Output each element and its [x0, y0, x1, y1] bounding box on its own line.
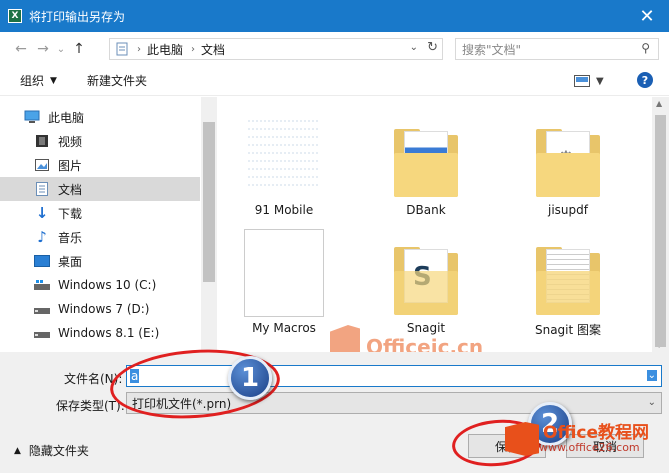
file-list-scrollbar-thumb[interactable] [655, 115, 666, 347]
sidebar-item-documents[interactable]: 文档 [0, 177, 200, 201]
refresh-icon[interactable]: ↻ [427, 40, 438, 55]
file-item[interactable]: 91 Mobile [224, 103, 344, 223]
file-name: 91 Mobile [254, 203, 314, 217]
help-button[interactable]: ? [637, 72, 653, 88]
forward-arrow-icon: → [37, 41, 49, 57]
brand-name: Office教程网 [543, 422, 650, 443]
office26-brand-logo: Office教程网 www.office26.com [505, 422, 649, 456]
search-icon: ⚲ [641, 41, 650, 55]
navigation-pane: 此电脑 视频 图片 文档 ↓ 下载 ♪ 音乐 桌面 Windows 10 (C:… [0, 97, 217, 352]
breadcrumb-documents[interactable]: 文档 [201, 41, 225, 58]
sidebar-item-label: Windows 8.1 (E:) [58, 326, 160, 340]
brand-url: www.office26.com [539, 440, 640, 454]
file-list: 91 Mobile DBank ⚙ jisupdf My Macros S Sn… [218, 97, 652, 352]
breadcrumb-separator: › [191, 43, 196, 55]
chevron-down-icon: ⌄ [647, 397, 656, 408]
sidebar-item-label: 文档 [58, 182, 83, 197]
sidebar-item-label: 图片 [58, 158, 83, 173]
sidebar-item-label: Windows 7 (D:) [58, 302, 150, 316]
view-options-button[interactable]: ▼ [574, 72, 610, 90]
view-icon [574, 75, 590, 87]
excel-app-icon: X [8, 9, 22, 23]
chevron-up-icon: ▲ [14, 445, 21, 456]
sidebar-item-label: 桌面 [58, 254, 83, 269]
back-button[interactable]: ← [10, 38, 32, 60]
chevron-down-icon: ▼ [596, 75, 604, 87]
up-arrow-icon: ↑ [73, 41, 85, 57]
picture-icon [34, 157, 50, 173]
folder-item[interactable]: ⚙ jisupdf [508, 103, 628, 223]
forward-button[interactable]: → [32, 38, 54, 60]
sidebar-item-pictures[interactable]: 图片 [0, 153, 200, 177]
title-bar: X 将打印输出另存为 ✕ [0, 0, 669, 32]
chevron-down-icon: ⌄ [56, 43, 66, 55]
download-icon: ↓ [35, 204, 49, 222]
folder-item[interactable]: My Macros [224, 221, 344, 341]
window-title: 将打印输出另存为 [29, 9, 126, 24]
hide-folders-label: 隐藏文件夹 [28, 444, 89, 458]
scroll-up-icon[interactable]: ▲ [656, 99, 662, 108]
sidebar-item-drive-c[interactable]: Windows 10 (C:) [0, 273, 200, 297]
drive-icon [34, 325, 50, 341]
chevron-down-icon: ▼ [50, 75, 57, 86]
file-name: DBank [406, 203, 446, 217]
address-bar[interactable]: › 此电脑 › 文档 ⌄ ↻ [109, 38, 443, 60]
organize-button[interactable]: 组织 ▼ [20, 72, 57, 89]
up-button[interactable]: ↑ [68, 38, 90, 60]
back-arrow-icon: ← [15, 41, 27, 57]
folder-icon [386, 111, 466, 199]
sidebar-item-drive-d[interactable]: Windows 7 (D:) [0, 297, 200, 321]
new-folder-button[interactable]: 新建文件夹 [87, 72, 147, 89]
step-1-badge: 1 [228, 356, 272, 400]
sidebar-item-videos[interactable]: 视频 [0, 129, 200, 153]
sidebar-item-label: Windows 10 (C:) [58, 278, 157, 292]
sidebar-item-drive-e[interactable]: Windows 8.1 (E:) [0, 321, 200, 345]
sidebar-item-label: 音乐 [58, 230, 83, 245]
music-icon: ♪ [37, 228, 47, 246]
file-name: jisupdf [548, 203, 588, 217]
address-row: ← → ⌄ ↑ › 此电脑 › 文档 ⌄ ↻ 搜索"文档" ⚲ [0, 32, 669, 66]
recent-locations-button[interactable]: ⌄ [54, 38, 68, 60]
organize-label: 组织 [20, 74, 45, 88]
sidebar-item-label: 此电脑 [48, 110, 85, 125]
hide-folders-button[interactable]: ▲ 隐藏文件夹 [14, 442, 89, 459]
sidebar-scrollbar-thumb[interactable] [203, 122, 215, 282]
folder-icon [528, 229, 608, 317]
breadcrumb-separator: › [137, 43, 141, 55]
file-thumbnail [248, 120, 320, 186]
folder-location-icon [116, 42, 128, 56]
office-logo-icon [505, 422, 539, 456]
folder-icon [244, 229, 324, 317]
file-name: Snagit 图案 [534, 323, 602, 337]
folder-item[interactable]: S Snagit [366, 221, 486, 341]
breadcrumb-this-pc[interactable]: 此电脑 [147, 41, 183, 58]
folder-item[interactable]: DBank [366, 103, 486, 223]
search-input[interactable]: 搜索"文档" ⚲ [455, 38, 659, 60]
close-button[interactable]: ✕ [625, 0, 669, 32]
folder-icon: ⚙ [528, 111, 608, 199]
command-toolbar: 组织 ▼ 新建文件夹 ▼ ? [0, 66, 669, 96]
chevron-down-icon[interactable]: ⌄ [646, 370, 657, 381]
sidebar-item-music[interactable]: ♪ 音乐 [0, 225, 200, 249]
folder-icon: S [386, 229, 466, 317]
sidebar-item-this-pc[interactable]: 此电脑 [0, 105, 200, 129]
search-placeholder: 搜索"文档" [462, 42, 522, 57]
monitor-icon [24, 109, 40, 125]
address-dropdown-icon[interactable]: ⌄ [410, 42, 418, 53]
close-icon: ✕ [639, 5, 655, 27]
folder-item[interactable]: Snagit 图案 [508, 221, 628, 341]
document-icon [34, 181, 50, 197]
desktop-icon [34, 253, 50, 269]
sidebar-item-label: 视频 [58, 134, 83, 149]
sidebar-item-label: 下载 [58, 206, 83, 221]
sidebar-item-desktop[interactable]: 桌面 [0, 249, 200, 273]
file-name: My Macros [252, 321, 316, 335]
drive-icon [34, 301, 50, 317]
sidebar-item-downloads[interactable]: ↓ 下载 [0, 201, 200, 225]
drive-icon [34, 277, 50, 293]
video-icon [34, 133, 50, 149]
